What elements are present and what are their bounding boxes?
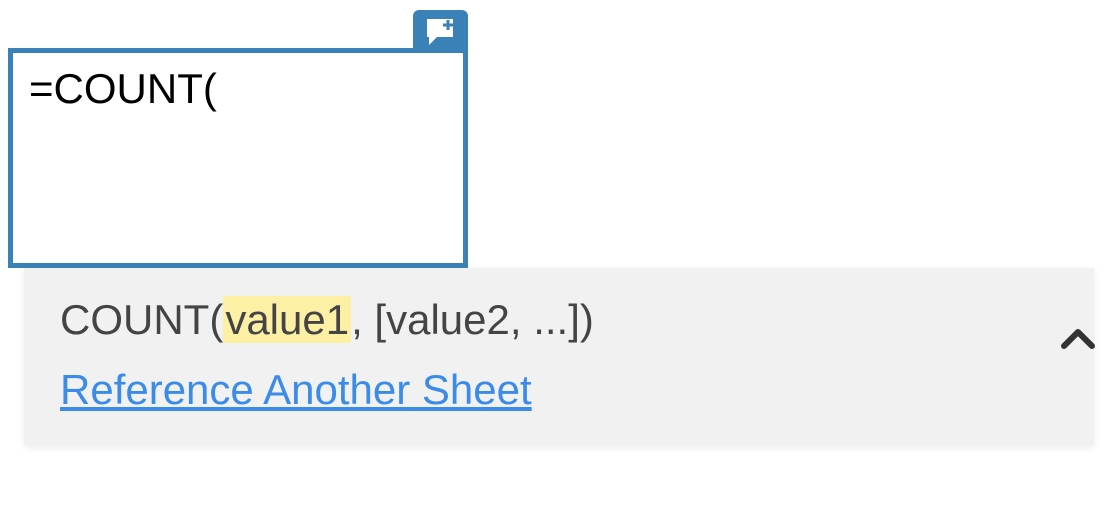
current-argument: value1 bbox=[223, 296, 351, 343]
chevron-up-icon bbox=[1058, 320, 1098, 360]
formula-name: COUNT bbox=[60, 296, 209, 343]
comment-add-icon bbox=[425, 17, 457, 47]
open-paren: ( bbox=[209, 296, 223, 343]
formula-input-text: =COUNT( bbox=[29, 65, 217, 112]
reference-another-sheet-link[interactable]: Reference Another Sheet bbox=[60, 366, 532, 414]
formula-syntax: COUNT(value1, [value2, ...]) bbox=[60, 296, 594, 344]
remaining-arguments: , [value2, ...]) bbox=[351, 296, 594, 343]
formula-cell-editor[interactable]: =COUNT( bbox=[8, 48, 468, 268]
add-comment-button[interactable] bbox=[413, 10, 468, 53]
formula-tooltip: COUNT(value1, [value2, ...]) Reference A… bbox=[24, 268, 1094, 446]
